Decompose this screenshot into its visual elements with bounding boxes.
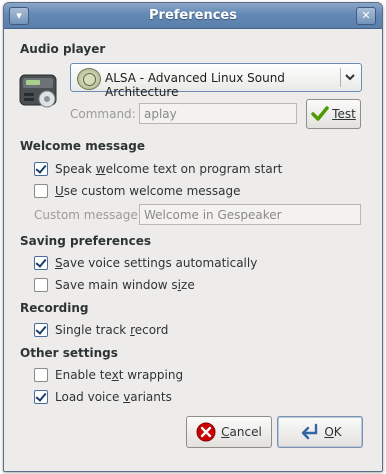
checkbox-box[interactable]: [34, 184, 48, 198]
audio-player-heading: Audio player: [20, 42, 106, 56]
command-field[interactable]: aplay: [139, 103, 297, 124]
title-bar[interactable]: ▾ Preferences ✕: [4, 3, 382, 29]
close-button[interactable]: ✕: [356, 7, 376, 25]
custom-message-label: Custom message:: [34, 208, 142, 222]
save-voice-settings-checkbox[interactable]: Save voice settings automatically: [34, 254, 257, 272]
welcome-message-heading: Welcome message: [20, 139, 145, 153]
checkmark-icon: [311, 106, 329, 121]
test-button-label: Test: [332, 107, 356, 121]
audio-player-selected: ALSA - Advanced Linux Sound Architecture: [105, 71, 285, 99]
recording-heading: Recording: [20, 301, 89, 315]
cancel-button-label: Cancel: [221, 425, 262, 439]
text-wrapping-checkbox[interactable]: Enable text wrapping: [34, 366, 183, 384]
custom-message-field[interactable]: Welcome in Gespeaker: [139, 204, 361, 225]
chevron-down-icon: [345, 74, 355, 81]
window-title: Preferences: [149, 8, 237, 23]
checkbox-box[interactable]: [34, 256, 48, 270]
use-custom-message-label: Use custom welcome message: [55, 184, 241, 198]
cancel-icon: [196, 422, 216, 442]
audio-player-combo[interactable]: ALSA - Advanced Linux Sound Architecture: [70, 63, 362, 99]
load-voice-variants-checkbox[interactable]: Load voice variants: [34, 388, 172, 406]
checkbox-box[interactable]: [34, 368, 48, 382]
use-custom-message-checkbox[interactable]: Use custom welcome message: [34, 182, 241, 200]
audio-device-icon: [19, 74, 57, 108]
speak-welcome-label: Speak welcome text on program start: [55, 162, 283, 176]
test-button[interactable]: Test: [306, 99, 361, 129]
checkbox-box[interactable]: [34, 162, 48, 176]
saving-preferences-heading: Saving preferences: [20, 234, 151, 248]
ok-icon: [302, 423, 318, 440]
command-label: Command:: [70, 107, 136, 121]
checkbox-box[interactable]: [34, 323, 48, 337]
checkbox-box[interactable]: [34, 278, 48, 292]
save-voice-settings-label: Save voice settings automatically: [55, 256, 258, 270]
cancel-button[interactable]: Cancel: [186, 416, 272, 448]
save-window-size-checkbox[interactable]: Save main window size: [34, 276, 195, 294]
ok-button-label: OK: [324, 425, 342, 439]
checkbox-box[interactable]: [34, 390, 48, 404]
speak-welcome-checkbox[interactable]: Speak welcome text on program start: [34, 160, 282, 178]
preferences-dialog: ▾ Preferences ✕ Audio player ALSA - Adva…: [3, 2, 383, 472]
text-wrapping-label: Enable text wrapping: [55, 368, 184, 382]
load-voice-variants-label: Load voice variants: [55, 390, 172, 404]
ok-button[interactable]: OK: [277, 416, 363, 448]
save-window-size-label: Save main window size: [55, 278, 195, 292]
alsa-logo-icon: [77, 68, 101, 90]
single-track-record-label: Single track record: [55, 323, 169, 337]
other-settings-heading: Other settings: [20, 346, 118, 360]
single-track-record-checkbox[interactable]: Single track record: [34, 321, 168, 339]
